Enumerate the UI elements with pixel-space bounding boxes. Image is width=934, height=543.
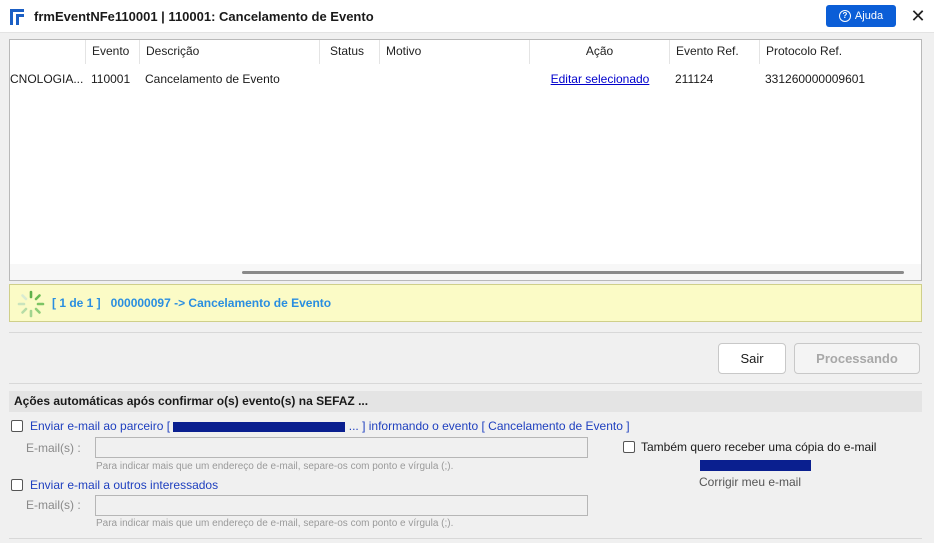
partner-label-suffix: ... ] informando o evento [ Cancelamento… bbox=[348, 419, 630, 433]
help-icon: ? bbox=[838, 10, 851, 22]
partner-label-prefix: Enviar e-mail ao parceiro [ bbox=[30, 419, 171, 433]
horizontal-scrollbar[interactable] bbox=[10, 264, 921, 280]
sair-button[interactable]: Sair bbox=[718, 343, 786, 374]
column-header-evento-ref[interactable]: Evento Ref. bbox=[670, 40, 760, 64]
divider bbox=[9, 383, 922, 384]
redacted-own-email bbox=[700, 460, 811, 471]
receive-copy-label[interactable]: Também quero receber uma cópia do e-mail bbox=[641, 440, 876, 454]
emails2-label: E-mail(s) : bbox=[26, 498, 81, 512]
cell-protocolo-ref: 331260000009601 bbox=[765, 72, 866, 86]
column-header-protocolo-ref[interactable]: Protocolo Ref. bbox=[760, 40, 921, 64]
edit-selected-link[interactable]: Editar selecionado bbox=[551, 72, 650, 86]
processando-button[interactable]: Processando bbox=[794, 343, 920, 374]
status-bar: [ 1 de 1 ] 000000097 -> Cancelamento de … bbox=[9, 284, 922, 322]
cell-motivo bbox=[380, 68, 530, 90]
auto-actions-title: Ações automáticas após confirmar o(s) ev… bbox=[9, 391, 922, 412]
loading-spinner-icon bbox=[17, 290, 45, 318]
divider bbox=[9, 332, 922, 333]
grid-header: Evento Descrição Status Motivo Ação Even… bbox=[10, 40, 921, 64]
fix-my-email-link[interactable]: Corrigir meu e-mail bbox=[699, 475, 801, 489]
send-email-others-checkbox[interactable] bbox=[11, 479, 23, 491]
help-button-label: Ajuda bbox=[854, 10, 884, 22]
emails-input[interactable] bbox=[95, 437, 588, 458]
send-email-partner-label[interactable]: Enviar e-mail ao parceiro [ ... ] inform… bbox=[30, 419, 630, 433]
receive-copy-checkbox[interactable] bbox=[623, 441, 635, 453]
cell-acao: Editar selecionado bbox=[530, 68, 670, 90]
window-title: frmEventNFe110001 | 110001: Cancelamento… bbox=[34, 9, 374, 24]
send-email-others-label[interactable]: Enviar e-mail a outros interessados bbox=[30, 478, 218, 492]
scrollbar-thumb[interactable] bbox=[242, 271, 904, 274]
emails2-input[interactable] bbox=[95, 495, 588, 516]
cell-descricao: Cancelamento de Evento bbox=[145, 72, 280, 86]
column-header-acao[interactable]: Ação bbox=[530, 40, 670, 64]
column-header-status[interactable]: Status bbox=[320, 40, 380, 64]
divider bbox=[9, 538, 922, 539]
app-logo-icon bbox=[10, 9, 24, 25]
emails-label: E-mail(s) : bbox=[26, 441, 81, 455]
emails2-hint: Para indicar mais que um endereço de e-m… bbox=[96, 518, 454, 529]
title-bar: frmEventNFe110001 | 110001: Cancelamento… bbox=[0, 0, 934, 33]
column-header-evento[interactable]: Evento bbox=[86, 40, 140, 64]
events-grid: Evento Descrição Status Motivo Ação Even… bbox=[9, 39, 922, 281]
column-header-blank[interactable] bbox=[10, 40, 86, 64]
send-email-partner-checkbox[interactable] bbox=[11, 420, 23, 432]
cell-status bbox=[320, 68, 380, 90]
cell-evento: 110001 bbox=[91, 72, 131, 86]
redacted-partner-name bbox=[173, 421, 346, 432]
column-header-descricao[interactable]: Descrição bbox=[140, 40, 320, 64]
close-icon[interactable]: ✕ bbox=[908, 6, 928, 26]
cell-evento-ref: 211124 bbox=[675, 72, 714, 86]
status-text: [ 1 de 1 ] 000000097 -> Cancelamento de … bbox=[52, 296, 332, 310]
cell-parceiro: CNOLOGIA... bbox=[10, 72, 84, 86]
table-row[interactable]: CNOLOGIA... 110001 Cancelamento de Event… bbox=[10, 68, 921, 90]
column-header-motivo[interactable]: Motivo bbox=[380, 40, 530, 64]
emails-hint: Para indicar mais que um endereço de e-m… bbox=[96, 461, 454, 472]
help-button[interactable]: ? Ajuda bbox=[826, 5, 896, 27]
